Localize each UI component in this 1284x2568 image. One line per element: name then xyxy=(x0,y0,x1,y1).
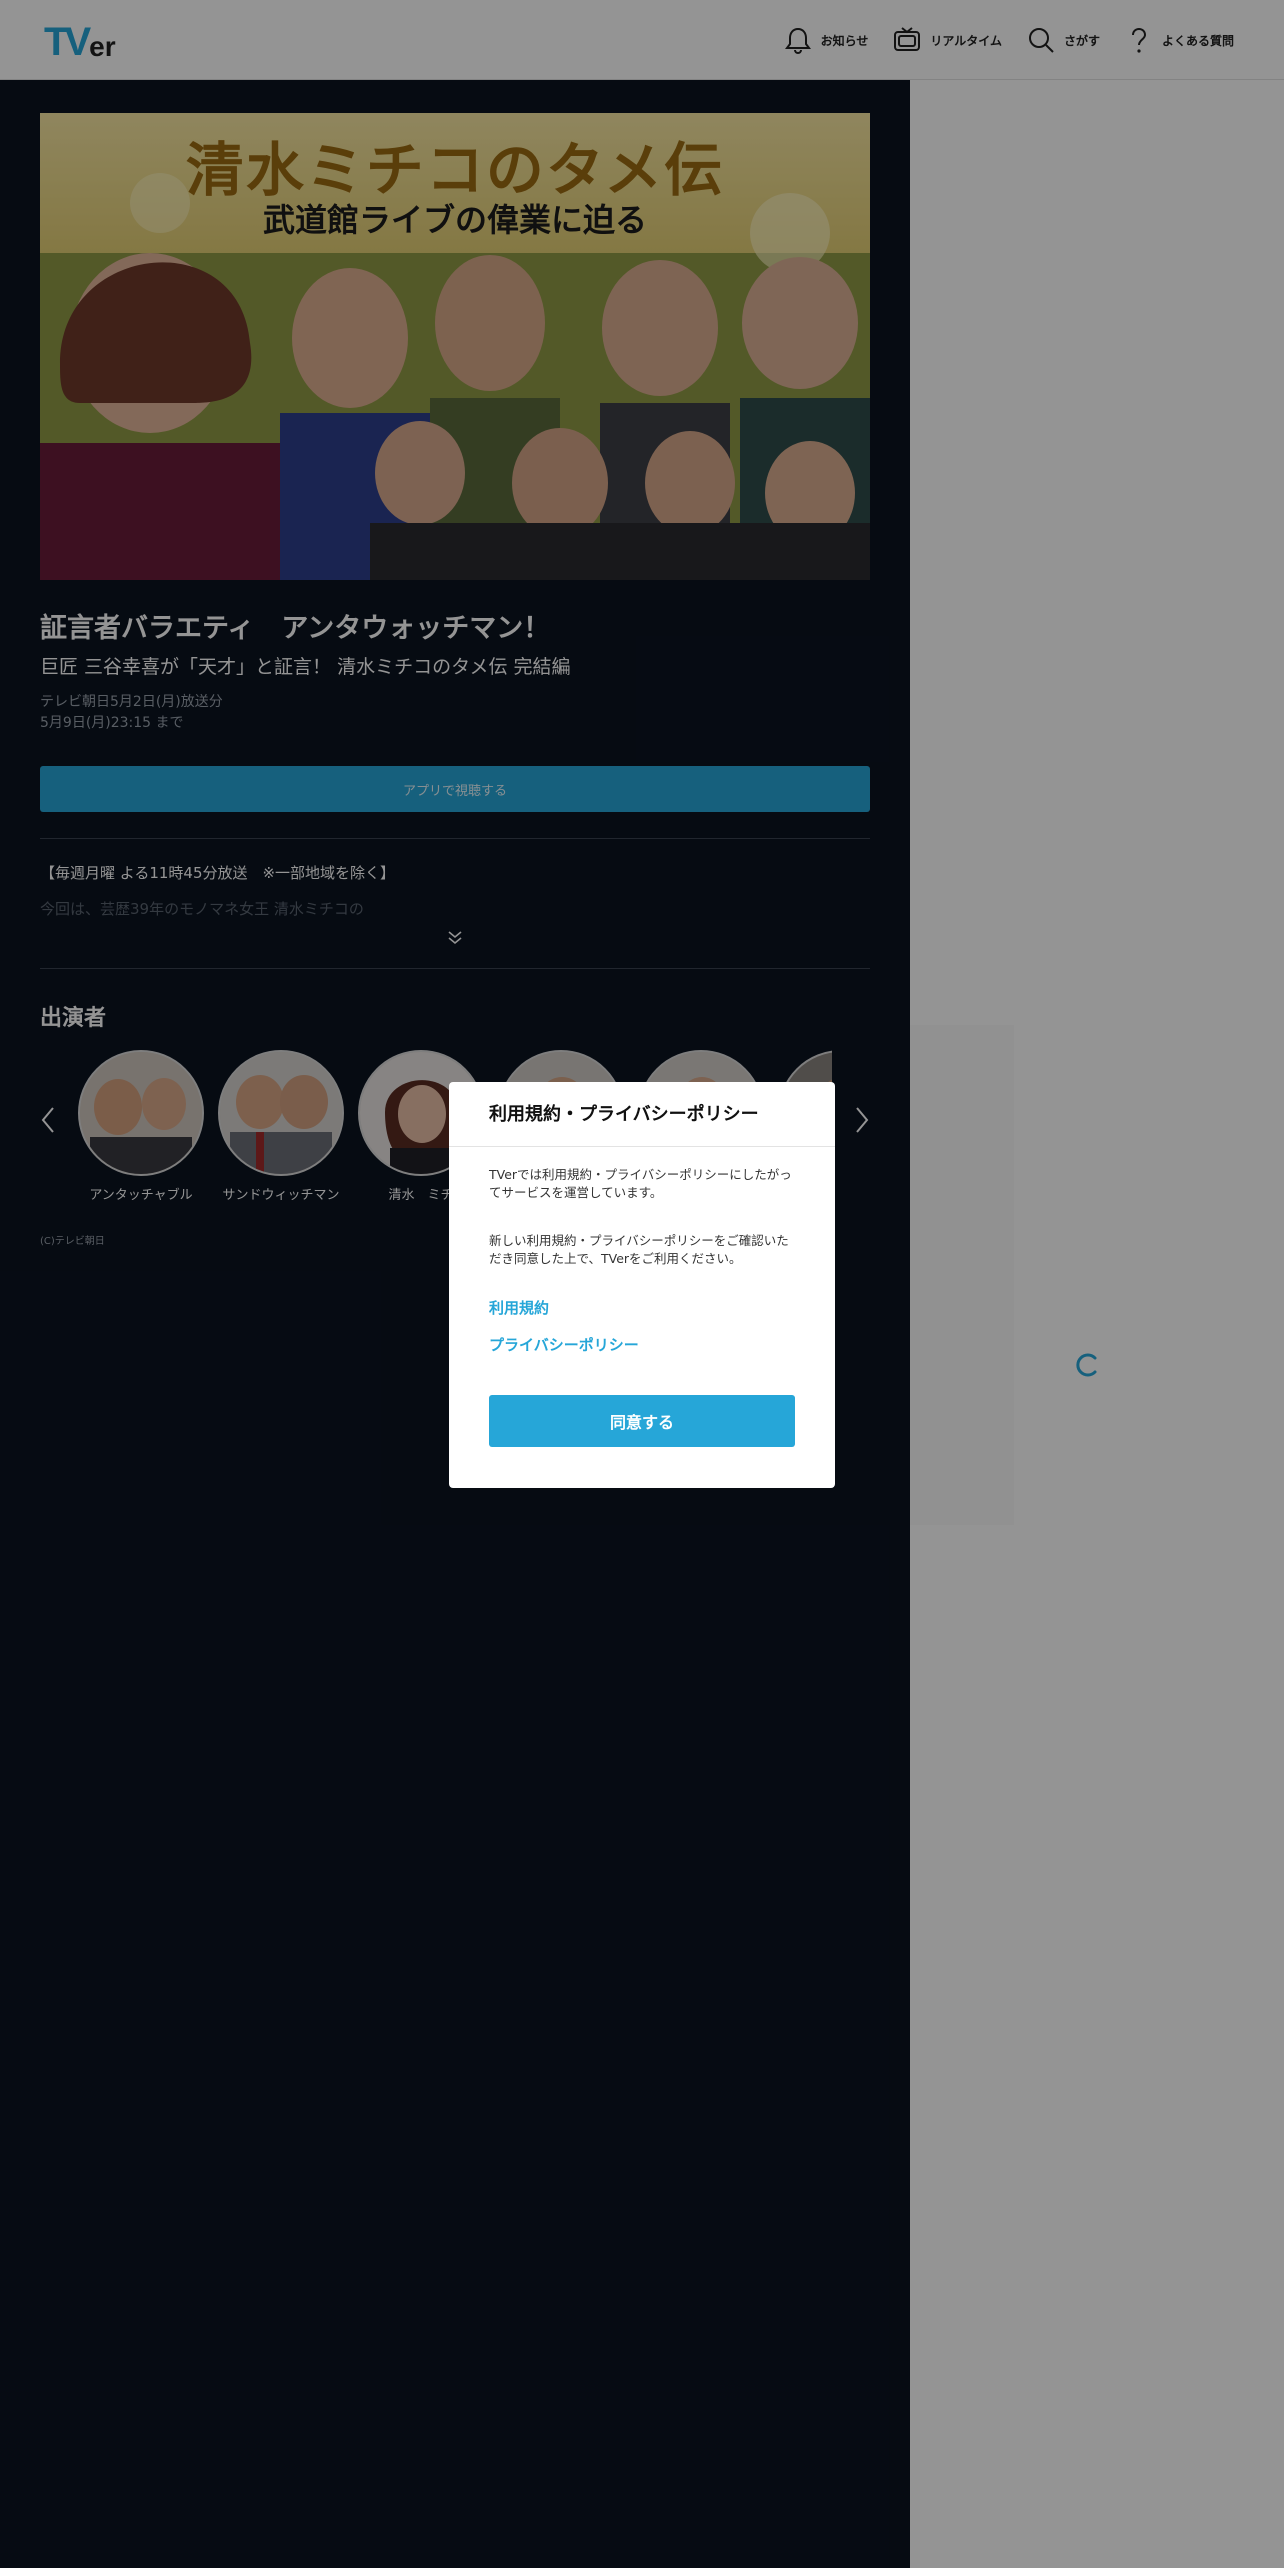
modal-title: 利用規約・プライバシーポリシー xyxy=(489,1104,759,1125)
modal-divider xyxy=(449,1146,835,1147)
agree-button[interactable]: 同意する xyxy=(489,1395,795,1447)
modal-paragraph: TVerでは利用規約・プライバシーポリシーにしたがってサービスを運営しています。 xyxy=(489,1167,792,1200)
terms-modal: 利用規約・プライバシーポリシー TVerでは利用規約・プライバシーポリシーにした… xyxy=(449,1082,835,1488)
modal-paragraph: 新しい利用規約・プライバシーポリシーをご確認いただき同意した上で、TVerをご利… xyxy=(489,1233,789,1266)
terms-of-use-link[interactable]: 利用規約 xyxy=(489,1297,549,1318)
privacy-policy-link[interactable]: プライバシーポリシー xyxy=(489,1334,639,1355)
